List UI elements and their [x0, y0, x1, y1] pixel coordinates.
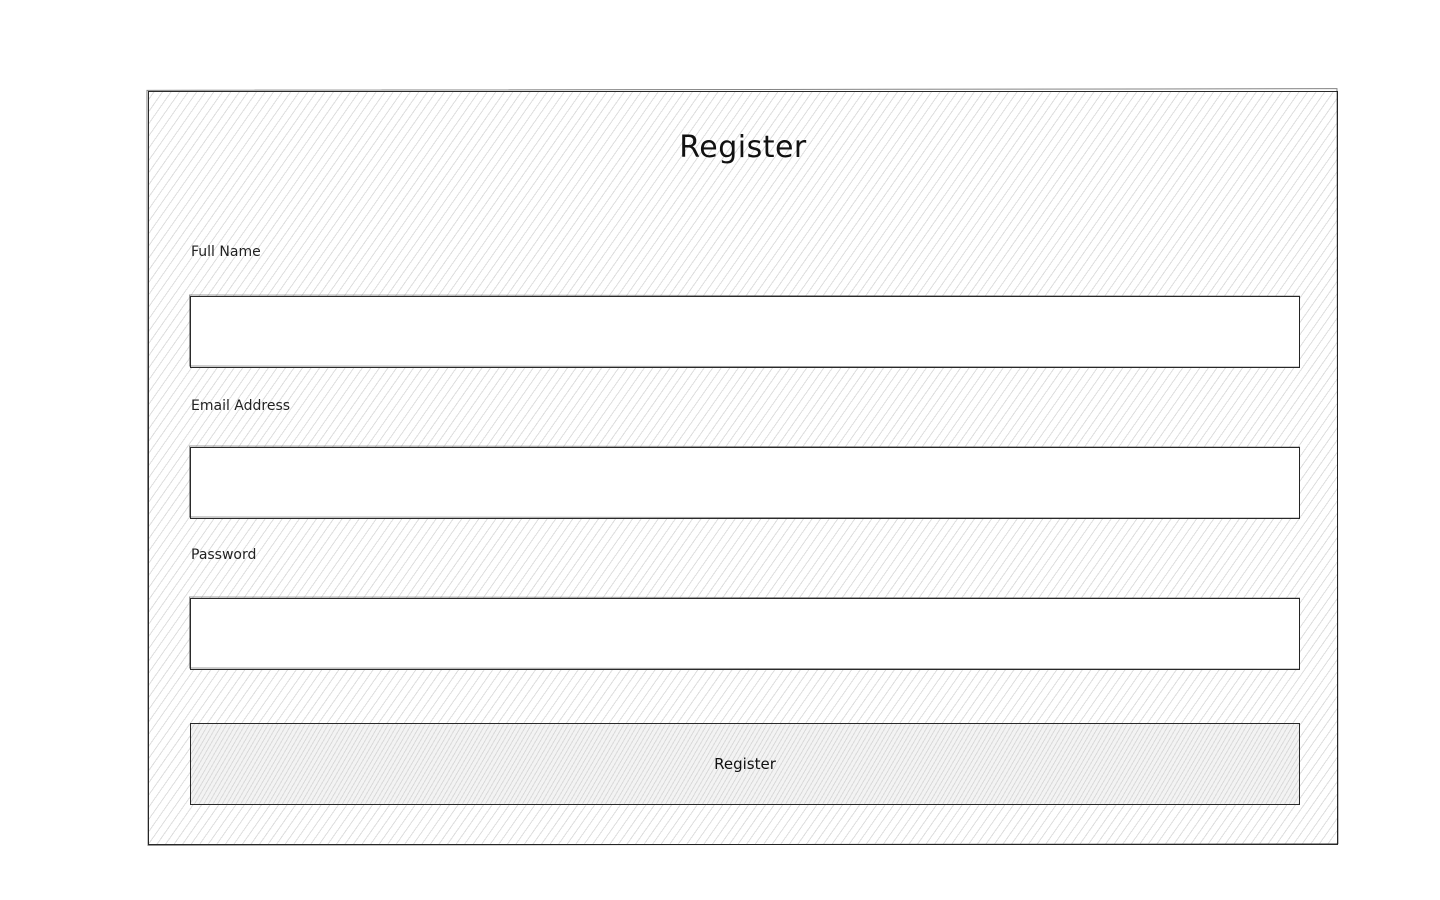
- full-name-label: Full Name: [191, 244, 261, 260]
- register-button-label: Register: [714, 755, 776, 773]
- form-title: Register: [679, 130, 807, 165]
- register-button[interactable]: Register: [190, 723, 1300, 805]
- register-form-card: Register Full Name Email Address Passwor…: [148, 91, 1338, 845]
- password-label: Password: [191, 547, 257, 563]
- email-address-label: Email Address: [191, 398, 291, 414]
- password-input[interactable]: [190, 598, 1300, 670]
- email-address-input[interactable]: [190, 447, 1300, 519]
- full-name-input[interactable]: [190, 296, 1300, 368]
